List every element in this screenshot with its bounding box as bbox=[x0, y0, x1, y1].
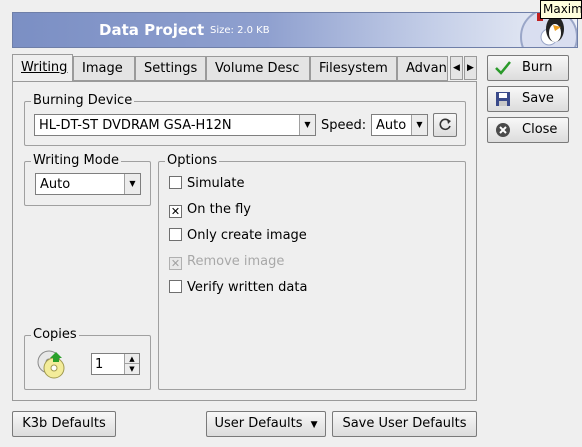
only-create-image-label: Only create image bbox=[187, 228, 307, 243]
copies-legend: Copies bbox=[31, 327, 79, 342]
device-select[interactable]: HL-DT-ST DVDRAM GSA-H12N ▼ bbox=[34, 114, 316, 136]
chevron-down-icon: ▼ bbox=[124, 174, 140, 194]
options-legend: Options bbox=[165, 153, 220, 168]
writing-mode-legend: Writing Mode bbox=[31, 153, 121, 168]
tab-advanced-label: Advanced bbox=[406, 61, 447, 76]
tab-image[interactable]: Image bbox=[73, 56, 135, 81]
user-defaults-button[interactable]: User Defaults ▼ bbox=[206, 411, 326, 437]
device-value: HL-DT-ST DVDRAM GSA-H12N bbox=[39, 118, 232, 133]
copies-spinbox[interactable]: 1 ▲ ▼ bbox=[91, 353, 140, 375]
writing-mode-value: Auto bbox=[40, 177, 71, 192]
checkbox-box[interactable] bbox=[169, 176, 182, 189]
tab-filesystem[interactable]: Filesystem bbox=[310, 56, 397, 81]
checkbox-box: ✕ bbox=[169, 257, 182, 270]
tab-advanced[interactable]: Advanced bbox=[397, 56, 448, 81]
on-the-fly-label: On the fly bbox=[187, 202, 251, 217]
speed-label: Speed: bbox=[321, 118, 367, 133]
tab-settings-label: Settings bbox=[144, 61, 198, 76]
refresh-speed-button[interactable] bbox=[433, 113, 457, 137]
speed-value: Auto bbox=[376, 118, 407, 133]
close-button[interactable]: Close bbox=[487, 117, 569, 143]
refresh-icon bbox=[439, 118, 451, 131]
simulate-checkbox[interactable]: Simulate bbox=[169, 176, 244, 194]
only-create-image-checkbox[interactable]: Only create image bbox=[169, 228, 307, 246]
save-button[interactable]: Save bbox=[487, 86, 569, 112]
project-title: Data Project bbox=[99, 21, 205, 39]
tab-writing[interactable]: Writing bbox=[12, 54, 73, 82]
options-group bbox=[158, 161, 466, 390]
speed-select[interactable]: Auto ▼ bbox=[371, 114, 428, 136]
burn-label: Burn bbox=[522, 60, 553, 75]
tab-scroll-left-icon[interactable]: ◀ bbox=[450, 56, 463, 80]
chevron-down-icon: ▼ bbox=[299, 115, 315, 135]
chevron-down-icon: ▼ bbox=[411, 115, 427, 135]
verify-written-data-label: Verify written data bbox=[187, 280, 308, 295]
checkmark-icon bbox=[495, 61, 511, 75]
copies-value: 1 bbox=[95, 357, 104, 372]
tab-scroll-right-icon[interactable]: ▶ bbox=[464, 56, 477, 80]
on-the-fly-checkbox[interactable]: ✕ On the fly bbox=[169, 202, 251, 220]
save-user-defaults-label: Save User Defaults bbox=[342, 416, 467, 431]
tab-volume-desc-label: Volume Desc bbox=[215, 61, 300, 76]
close-icon bbox=[496, 123, 510, 137]
spin-up-icon[interactable]: ▲ bbox=[124, 354, 139, 364]
floppy-disk-icon bbox=[496, 92, 510, 106]
remove-image-label: Remove image bbox=[187, 254, 285, 269]
k3b-defaults-label: K3b Defaults bbox=[22, 416, 106, 431]
verify-written-data-checkbox[interactable]: Verify written data bbox=[169, 280, 307, 298]
checkbox-box[interactable] bbox=[169, 228, 182, 241]
burn-button[interactable]: Burn bbox=[487, 55, 569, 81]
tab-writing-label: Writing bbox=[21, 60, 68, 75]
burning-device-legend: Burning Device bbox=[31, 93, 135, 108]
tab-image-label: Image bbox=[82, 61, 123, 76]
save-label: Save bbox=[522, 91, 554, 106]
menu-arrow-icon: ▼ bbox=[310, 420, 318, 430]
user-defaults-label: User Defaults bbox=[214, 416, 303, 431]
tooltip: Maxim bbox=[540, 0, 582, 19]
close-label: Close bbox=[522, 122, 558, 137]
simulate-label: Simulate bbox=[187, 176, 245, 191]
writing-mode-select[interactable]: Auto ▼ bbox=[35, 173, 141, 195]
project-header: Data Project Size: 2.0 KB bbox=[12, 12, 578, 48]
save-user-defaults-button[interactable]: Save User Defaults bbox=[332, 411, 477, 437]
spin-down-icon[interactable]: ▼ bbox=[124, 364, 139, 374]
remove-image-checkbox: ✕ Remove image bbox=[169, 254, 284, 272]
checkbox-box[interactable] bbox=[169, 280, 182, 293]
k3b-defaults-button[interactable]: K3b Defaults bbox=[12, 411, 116, 437]
cd-copies-icon bbox=[37, 350, 65, 379]
tab-settings[interactable]: Settings bbox=[135, 56, 206, 81]
project-size: Size: 2.0 KB bbox=[210, 25, 270, 36]
checkbox-box[interactable]: ✕ bbox=[169, 205, 182, 218]
tab-volume-desc[interactable]: Volume Desc bbox=[206, 56, 310, 81]
tab-filesystem-label: Filesystem bbox=[319, 61, 388, 76]
